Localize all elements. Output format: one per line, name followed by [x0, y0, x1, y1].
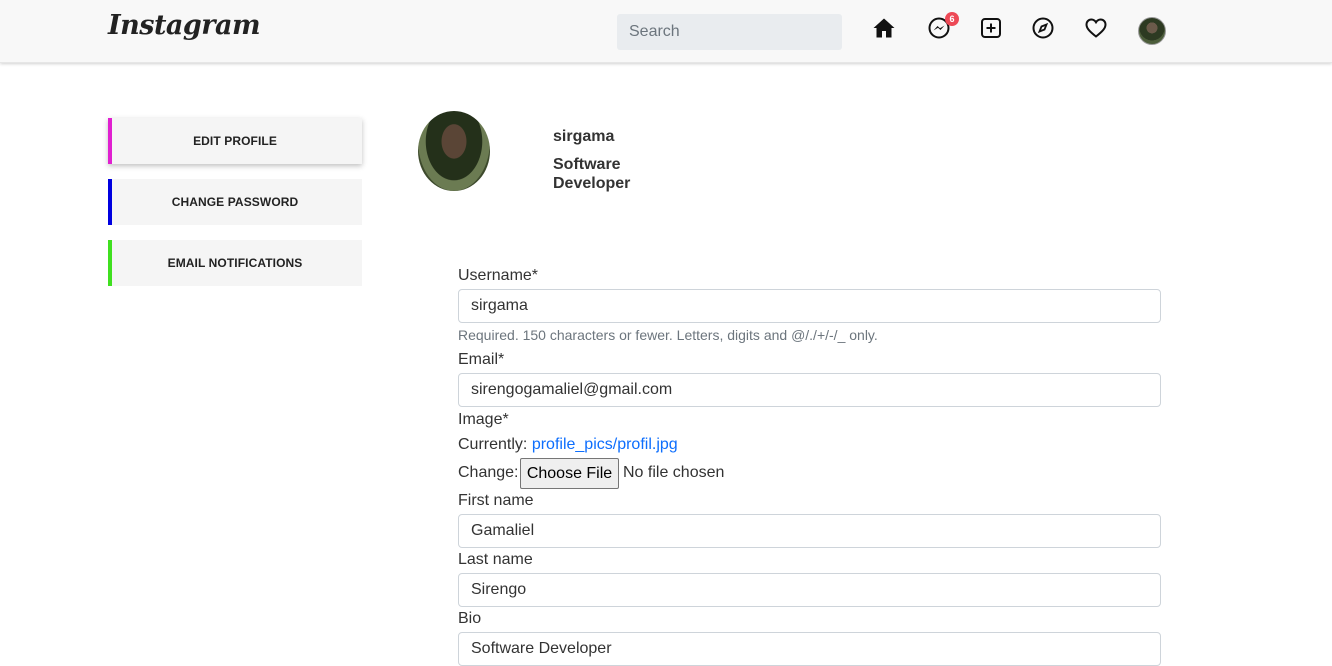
instagram-logo[interactable]: Instagram [108, 10, 261, 41]
choose-file-button[interactable]: Choose File [520, 458, 619, 489]
sidebar-item-label: EDIT PROFILE [193, 134, 277, 148]
profile-bio: Software Developer [553, 156, 631, 192]
bio-field[interactable] [458, 632, 1161, 666]
email-field[interactable] [458, 373, 1161, 407]
sidebar-item-change-password[interactable]: CHANGE PASSWORD [108, 179, 362, 225]
no-file-chosen-text: No file chosen [623, 464, 725, 481]
explore-compass-icon[interactable] [1030, 15, 1056, 41]
first-name-field[interactable] [458, 514, 1161, 548]
search-input[interactable] [617, 14, 842, 50]
sidebar-item-label: CHANGE PASSWORD [171, 195, 299, 209]
last-name-label: Last name [458, 551, 533, 568]
new-post-icon[interactable] [978, 15, 1004, 41]
top-navbar: Instagram 6 [0, 0, 1332, 63]
accent-bar [108, 118, 112, 164]
change-label: Change: [458, 464, 519, 481]
sidebar-item-edit-profile[interactable]: EDIT PROFILE [108, 118, 362, 164]
messenger-icon[interactable]: 6 [926, 12, 959, 41]
sidebar-item-label: EMAIL NOTIFICATIONS [167, 256, 303, 270]
currently-label: Currently: [458, 436, 528, 453]
profile-picture [418, 111, 490, 191]
accent-bar [108, 240, 112, 286]
first-name-label: First name [458, 492, 534, 509]
image-label: Image* [458, 411, 509, 428]
bio-label: Bio [458, 610, 482, 627]
sidebar-item-email-notifications[interactable]: EMAIL NOTIFICATIONS [108, 240, 362, 286]
username-help-text: Required. 150 characters or fewer. Lette… [458, 327, 878, 343]
profile-username: sirgama [553, 128, 615, 145]
messages-badge: 6 [945, 12, 959, 26]
email-label: Email* [458, 351, 505, 368]
username-field[interactable] [458, 289, 1161, 323]
last-name-field[interactable] [458, 573, 1161, 607]
accent-bar [108, 179, 112, 225]
image-currently-row: Currently: profile_pics/profil.jpg [458, 436, 678, 454]
home-icon[interactable] [871, 15, 897, 41]
username-label: Username* [458, 267, 539, 284]
heart-icon[interactable] [1083, 15, 1109, 41]
user-avatar[interactable] [1138, 17, 1166, 45]
current-image-link[interactable]: profile_pics/profil.jpg [532, 436, 678, 453]
